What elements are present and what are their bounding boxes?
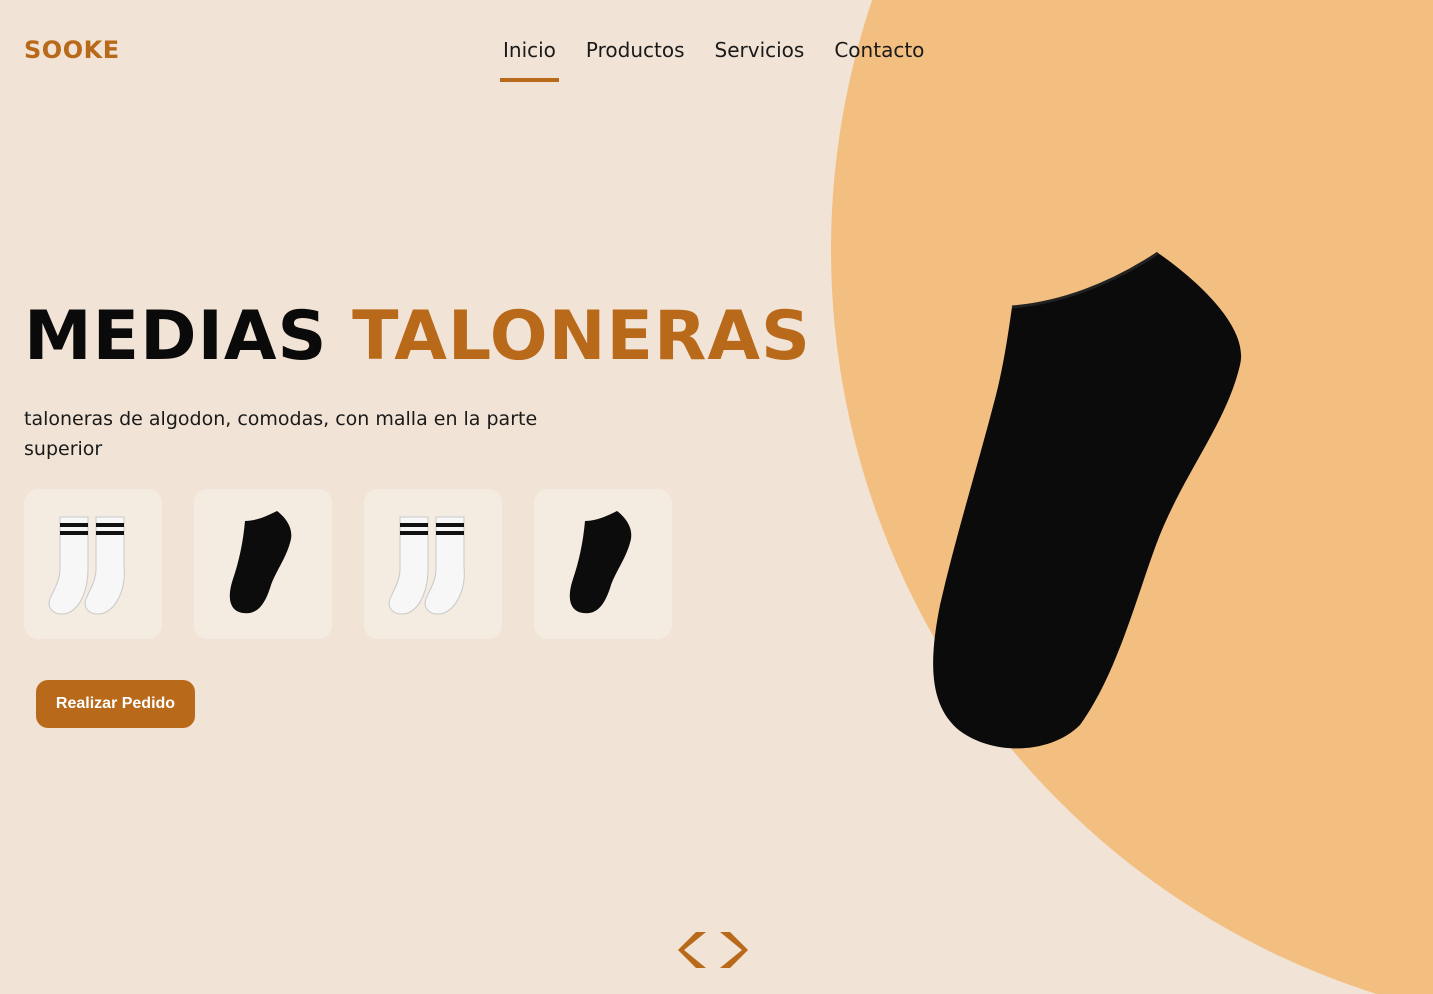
white-striped-socks-icon [388, 516, 465, 615]
nav-item-contacto[interactable]: Contacto [819, 36, 939, 64]
hero-title-taloneras: TALONERAS [352, 297, 811, 376]
nav-item-productos[interactable]: Productos [571, 36, 700, 64]
black-ankle-sock-icon [933, 251, 1242, 749]
white-striped-socks-icon [48, 516, 125, 615]
thumbnail-white-socks-2[interactable] [364, 489, 502, 639]
landing-page: SOOKE Inicio Productos Servicios Contact… [0, 0, 1433, 994]
nav-item-servicios[interactable]: Servicios [700, 36, 820, 64]
chevron-right-icon[interactable] [716, 930, 750, 970]
hero-description: taloneras de algodon, comodas, con malla… [24, 408, 538, 460]
thumbnail-black-sock-2[interactable] [534, 489, 672, 639]
thumbnail-black-sock-1[interactable] [194, 489, 332, 639]
black-ankle-sock-icon [229, 511, 292, 614]
carousel-controls [676, 930, 750, 970]
hero-title-medias: MEDIAS [24, 297, 328, 376]
order-button[interactable]: Realizar Pedido [36, 680, 195, 728]
hero-title: MEDIAS TALONERAS [24, 297, 811, 376]
black-ankle-sock-icon [569, 511, 632, 614]
thumbnail-white-socks-1[interactable] [24, 489, 162, 639]
brand-logo[interactable]: SOOKE [24, 36, 120, 64]
chevron-left-icon[interactable] [676, 930, 710, 970]
product-thumbnails [24, 489, 672, 639]
nav-item-inicio[interactable]: Inicio [488, 36, 571, 82]
main-nav: Inicio Productos Servicios Contacto [488, 36, 939, 82]
